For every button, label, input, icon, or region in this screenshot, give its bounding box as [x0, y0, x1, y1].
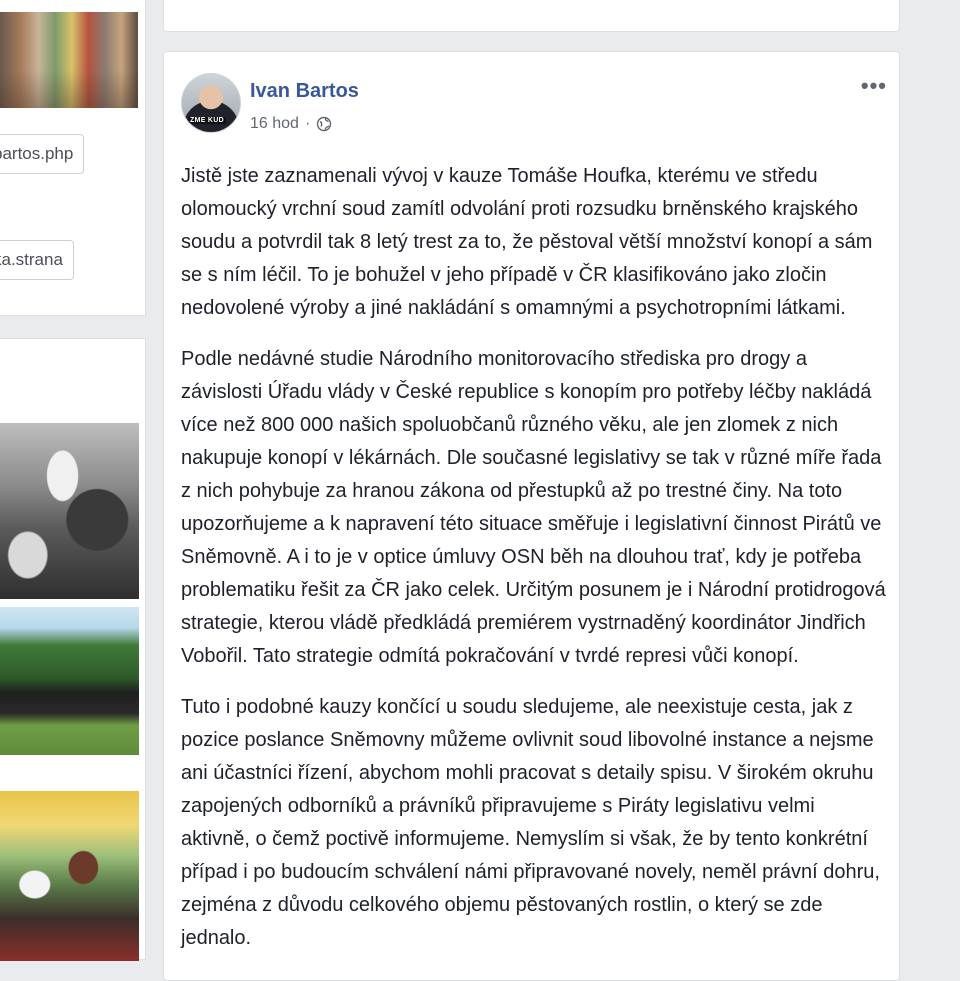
author-name-link[interactable]: Ivan Bartos: [250, 80, 359, 103]
post-body: Jistě jste zaznamenali vývoj v kauze Tom…: [181, 160, 887, 973]
photo-classroom[interactable]: [0, 791, 139, 961]
previous-post-card: [163, 0, 900, 32]
globe-icon[interactable]: [316, 116, 332, 132]
photo-group-outdoor[interactable]: [0, 607, 139, 755]
website-link-text[interactable]: bartos.php: [0, 144, 73, 164]
author-avatar[interactable]: ZME KUD: [181, 73, 241, 133]
post-card: ZME KUD Ivan Bartos 16 hod · ••• Jistě j…: [163, 51, 900, 981]
post-meta: 16 hod ·: [250, 115, 332, 133]
left-info-card: bartos.php ka.strana: [0, 0, 146, 316]
party-link-text[interactable]: ka.strana: [0, 250, 63, 270]
post-timestamp[interactable]: 16 hod: [250, 115, 299, 133]
more-options-icon[interactable]: •••: [861, 75, 887, 97]
group-photo-thumbnail[interactable]: [0, 12, 138, 108]
party-link-pill[interactable]: ka.strana: [0, 240, 74, 280]
avatar-caption: ZME KUD: [188, 117, 226, 124]
website-link-pill[interactable]: bartos.php: [0, 134, 85, 174]
photo-black-white[interactable]: [0, 423, 139, 599]
post-paragraph: Podle nedávné studie Národního monitorov…: [181, 348, 886, 667]
post-paragraph: Jistě jste zaznamenali vývoj v kauze Tom…: [181, 165, 873, 319]
meta-separator: ·: [304, 115, 311, 132]
post-paragraph: Tuto i podobné kauzy končící u soudu sle…: [181, 696, 880, 949]
left-photos-card: [0, 338, 146, 961]
